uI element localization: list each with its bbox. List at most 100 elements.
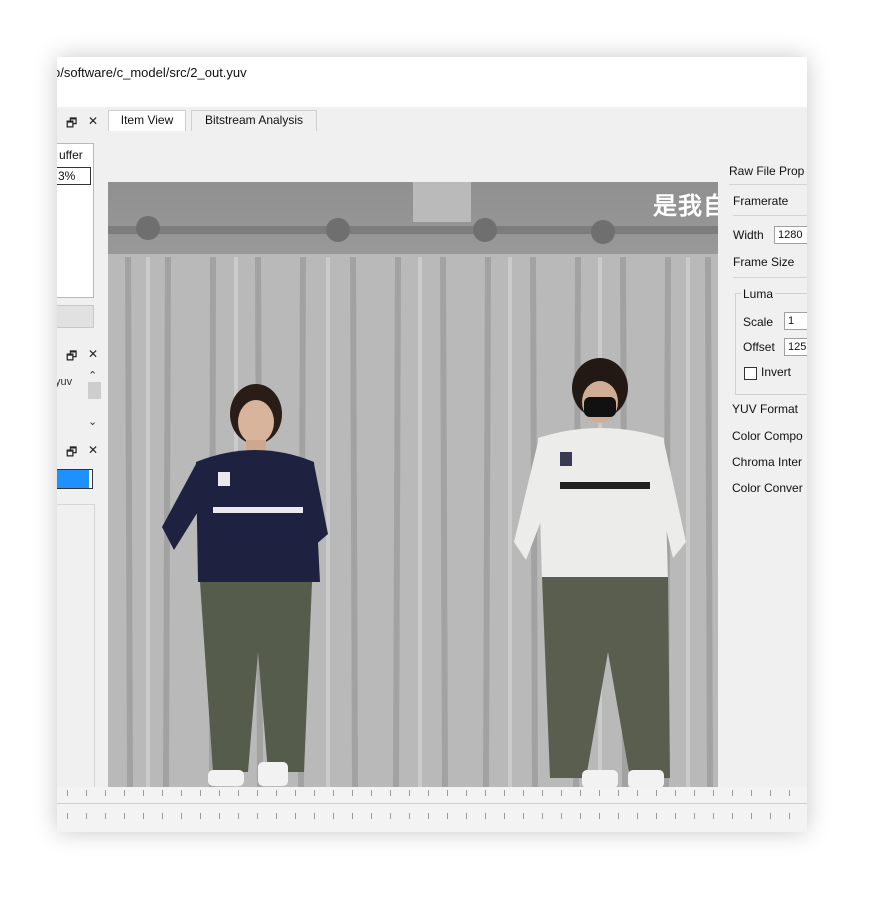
tab-bitstream-analysis[interactable]: Bitstream Analysis: [191, 110, 317, 131]
timeline-tick: [637, 790, 638, 796]
timeline-tick: [694, 813, 695, 819]
timeline-tick: [257, 813, 258, 819]
luma-group-label: Luma: [741, 287, 776, 301]
video-overlay-text: 是我自: [653, 192, 718, 220]
buffer-action-button[interactable]: [57, 305, 94, 328]
timeline-tick: [656, 813, 657, 819]
timeline-tick: [694, 790, 695, 796]
timeline-tick: [124, 813, 125, 819]
timeline-tick: [162, 790, 163, 796]
timeline-tick: [181, 813, 182, 819]
timeline-tick: [618, 790, 619, 796]
offset-label: Offset: [743, 340, 775, 354]
timeline-tick: [409, 790, 410, 796]
timeline-tick: [504, 790, 505, 796]
timeline-tick: [485, 813, 486, 819]
timeline-tick: [751, 790, 752, 796]
timeline-tick: [67, 790, 68, 796]
timeline-tick: [618, 813, 619, 819]
timeline-tick: [523, 790, 524, 796]
timeline-tick: [447, 813, 448, 819]
timeline[interactable]: [57, 787, 807, 832]
timeline-divider: [57, 803, 807, 804]
raw-file-properties-panel: Raw File Prop Framerate Width 1280 Frame…: [727, 157, 807, 832]
timeline-tick: [675, 813, 676, 819]
timeline-tick: [124, 790, 125, 796]
timeline-tick: [219, 813, 220, 819]
scroll-down-icon[interactable]: ⌄: [88, 415, 97, 428]
timeline-tick: [238, 790, 239, 796]
timeline-tick: [466, 790, 467, 796]
buffer-percent-field[interactable]: 3%: [57, 167, 91, 185]
invert-checkbox[interactable]: [744, 367, 757, 380]
tab-item-view[interactable]: Item View: [108, 110, 186, 131]
buffer-panel: uffer 3%: [57, 143, 94, 298]
timeline-tick: [295, 813, 296, 819]
scroll-up-icon[interactable]: ⌃: [88, 369, 97, 382]
timeline-tick: [428, 790, 429, 796]
progress-bar: [57, 469, 93, 489]
middle-dock-header: 🗗 ✕: [57, 345, 107, 365]
timeline-tick: [105, 790, 106, 796]
close-icon[interactable]: ✕: [88, 347, 98, 361]
scrollbar-thumb[interactable]: [88, 382, 101, 399]
timeline-tick: [238, 813, 239, 819]
color-conversion-label: Color Conver: [732, 481, 803, 495]
framerate-label: Framerate: [733, 194, 789, 208]
width-input[interactable]: 1280: [774, 226, 807, 244]
buffer-percent-value: 3%: [58, 169, 76, 183]
timeline-tick: [447, 790, 448, 796]
float-icon[interactable]: 🗗: [66, 443, 77, 464]
top-dock-header: 🗗 ✕: [57, 112, 107, 132]
chroma-interpolation-label: Chroma Inter: [732, 455, 803, 469]
timeline-tick: [732, 813, 733, 819]
scale-label: Scale: [743, 315, 774, 329]
timeline-ruler-bottom: [57, 813, 807, 821]
timeline-tick: [257, 790, 258, 796]
buffer-label: uffer: [59, 148, 83, 162]
video-frame[interactable]: 是我自: [108, 182, 718, 825]
timeline-tick: [732, 790, 733, 796]
file-list-item[interactable]: yuv: [57, 376, 72, 388]
timeline-tick: [143, 790, 144, 796]
timeline-tick: [713, 790, 714, 796]
timeline-tick: [542, 790, 543, 796]
close-icon[interactable]: ✕: [88, 443, 98, 457]
timeline-tick: [371, 813, 372, 819]
timeline-tick: [86, 813, 87, 819]
timeline-tick: [504, 813, 505, 819]
timeline-tick: [352, 790, 353, 796]
timeline-tick: [599, 813, 600, 819]
scale-input[interactable]: 1: [784, 312, 807, 330]
bottom-dock-header: 🗗 ✕: [57, 441, 107, 461]
timeline-tick: [200, 813, 201, 819]
timeline-tick: [409, 813, 410, 819]
main-window: o/software/c_model/src/2_out.yuv 🗗 ✕ uff…: [57, 57, 807, 832]
float-icon[interactable]: 🗗: [66, 347, 77, 368]
timeline-ruler-top: [57, 790, 807, 798]
timeline-tick: [770, 813, 771, 819]
float-icon[interactable]: 🗗: [66, 114, 77, 135]
timeline-tick: [789, 813, 790, 819]
timeline-tick: [162, 813, 163, 819]
timeline-tick: [390, 790, 391, 796]
timeline-tick: [675, 790, 676, 796]
timeline-tick: [314, 790, 315, 796]
timeline-tick: [713, 813, 714, 819]
timeline-tick: [542, 813, 543, 819]
timeline-tick: [181, 790, 182, 796]
timeline-tick: [561, 813, 562, 819]
timeline-tick: [789, 790, 790, 796]
timeline-tick: [276, 813, 277, 819]
timeline-tick: [599, 790, 600, 796]
timeline-tick: [333, 790, 334, 796]
timeline-tick: [333, 813, 334, 819]
timeline-tick: [580, 813, 581, 819]
timeline-tick: [219, 790, 220, 796]
offset-input[interactable]: 125: [784, 338, 807, 356]
timeline-tick: [770, 790, 771, 796]
title-bar: o/software/c_model/src/2_out.yuv: [57, 57, 807, 107]
timeline-tick: [751, 813, 752, 819]
close-icon[interactable]: ✕: [88, 114, 98, 128]
timeline-tick: [371, 790, 372, 796]
